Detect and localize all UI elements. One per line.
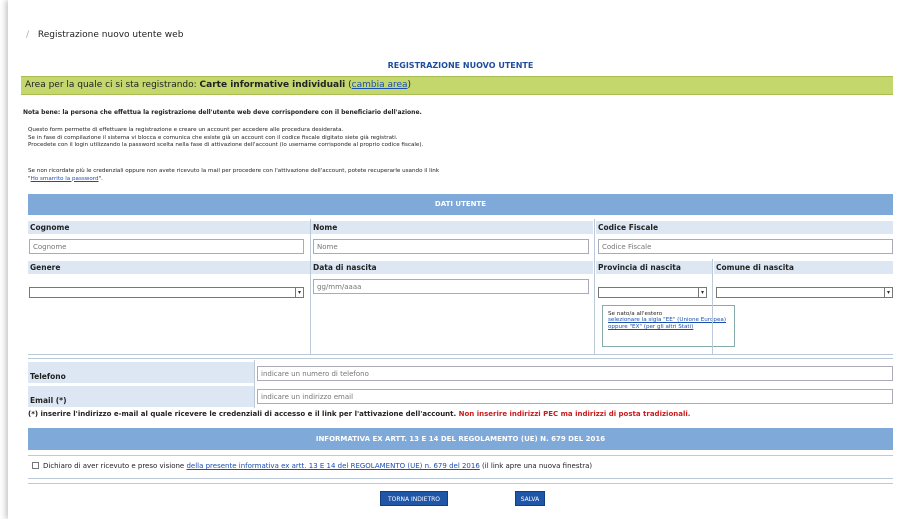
chevron-down-icon: ▾: [698, 288, 706, 297]
info-line-2: Se in fase di compilazione il sistema vi…: [28, 134, 398, 141]
recover-text: Se non ricordate più le credenziali oppu…: [28, 168, 440, 174]
chevron-down-icon: ▾: [884, 288, 892, 297]
grid-divider: [712, 259, 713, 354]
info-line-3: Procedete con il login utilizzando la pa…: [28, 142, 424, 149]
breadcrumb: / Registrazione nuovo utente web: [26, 30, 183, 40]
privacy-notice-link[interactable]: della presente informativa ex artt. 13 E…: [186, 462, 479, 470]
grid-divider: [28, 354, 893, 355]
cf-label: Codice Fiscale: [596, 221, 893, 234]
area-paren-close: ): [407, 80, 412, 90]
info-line-1: Questo form permette di effettuare la re…: [28, 127, 344, 133]
consent-text: Dichiaro di aver ricevuto e preso vision…: [43, 462, 187, 470]
change-area-link[interactable]: cambia area: [352, 80, 408, 90]
save-button[interactable]: SALVA: [515, 491, 545, 506]
grid-divider: [28, 455, 893, 456]
cognome-label: Cognome: [28, 221, 310, 234]
cognome-input[interactable]: [29, 239, 304, 254]
genere-select[interactable]: ▾: [29, 287, 304, 298]
grid-divider: [594, 219, 595, 354]
comune-select[interactable]: ▾: [716, 287, 893, 298]
provincia-select[interactable]: ▾: [598, 287, 707, 298]
genere-label: Genere: [28, 261, 310, 274]
nome-input[interactable]: [313, 239, 589, 254]
grid-divider: [28, 358, 893, 359]
grid-divider: [254, 360, 255, 408]
back-button[interactable]: TORNA INDIETRO: [380, 491, 448, 506]
codice-fiscale-input[interactable]: [598, 239, 893, 254]
grid-divider: [28, 478, 893, 479]
telefono-label: Telefono: [28, 362, 254, 383]
nome-label: Nome: [311, 221, 593, 234]
comune-label: Comune di nascita: [714, 261, 893, 274]
data-nascita-label: Data di nascita: [311, 261, 593, 274]
consent-suffix: (il link apre una nuova finestra): [479, 462, 593, 470]
data-nascita-input[interactable]: [313, 279, 589, 294]
grid-divider: [28, 483, 893, 484]
section-privacy-header: INFORMATIVA EX ARTT. 13 E 14 DEL REGOLAM…: [28, 428, 893, 450]
tip-link[interactable]: selezionare la sigla "EE" (Unione Europe…: [608, 317, 726, 329]
breadcrumb-separator: /: [26, 30, 30, 40]
foreign-birth-tip: Se nato/a all'estero selezionare la sigl…: [602, 305, 735, 347]
consent-row: Dichiaro di aver ricevuto e preso vision…: [32, 462, 592, 470]
info-block: Questo form permette di effettuare la re…: [28, 127, 423, 150]
recover-quote-close: ".: [98, 175, 103, 182]
area-name: Carte informative individuali: [199, 80, 346, 90]
area-prefix: Area per la quale ci si sta registrando:: [25, 80, 200, 90]
provincia-label: Provincia di nascita: [596, 261, 712, 274]
warning-red: Non inserire indirizzi PEC ma indirizzi …: [456, 410, 691, 418]
forgot-password-link[interactable]: Ho smarrito la password: [31, 176, 99, 182]
email-input[interactable]: [257, 389, 893, 404]
section-user-header: DATI UTENTE: [28, 194, 893, 215]
area-bar: Area per la quale ci si sta registrando:…: [21, 76, 893, 95]
breadcrumb-current: Registrazione nuovo utente web: [37, 30, 184, 40]
consent-checkbox[interactable]: [32, 462, 39, 469]
email-warning: (*) inserire l'indirizzo e-mail al quale…: [28, 410, 893, 418]
email-label: Email (*): [28, 386, 254, 407]
page-title: REGISTRAZIONE NUOVO UTENTE: [387, 61, 534, 70]
warning-main: (*) inserire l'indirizzo e-mail al quale…: [28, 410, 457, 418]
telefono-input[interactable]: [257, 366, 893, 381]
grid-divider: [310, 219, 311, 354]
note-text: Nota bene: la persona che effettua la re…: [23, 109, 422, 116]
recover-block: Se non ricordate più le credenziali oppu…: [28, 168, 439, 183]
chevron-down-icon: ▾: [295, 288, 303, 297]
